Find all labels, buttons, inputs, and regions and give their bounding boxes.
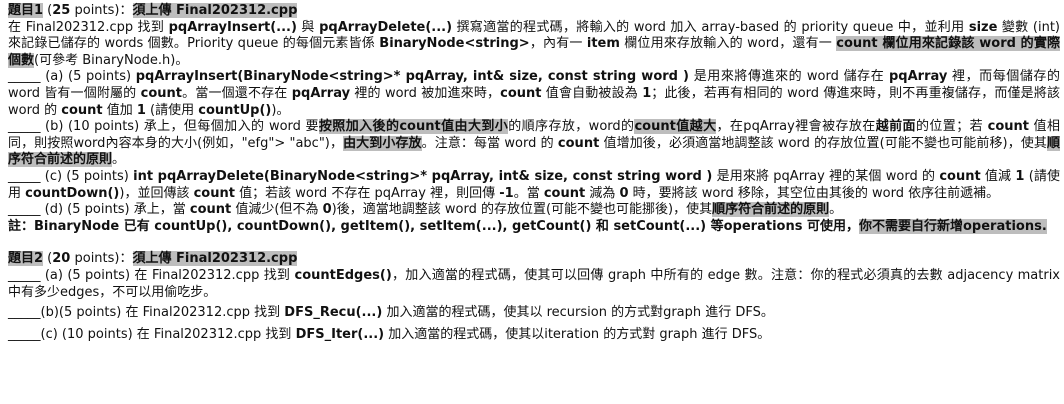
q2-part-a: _____ (a) (5 points) 在 Final202312.cpp 找… [8,268,1060,301]
answer-blank: _____(b)(5 points) 在 Final202312.cpp 找到 [8,305,285,321]
answer-blank: _____ (a) (5 points) 在 Final202312.cpp 找… [8,267,295,283]
pqarray-keyword: pqArray [888,69,948,85]
countdown-fn: countDown() [25,185,120,201]
part-d-text: )後，適當地調整該 word 的存放位置(可能不變也可能挪後)，使其 [331,202,713,218]
q2-part-b: _____(b)(5 points) 在 Final202312.cpp 找到 … [8,305,1060,322]
part-b-text: ，在pqArray裡會被存放在 [716,119,876,135]
part-a-text: 裡的 word 被加進來時， [350,85,501,101]
countup-fn: countUp() [198,102,272,118]
q1-intro-text: ，內有一 [529,36,587,52]
answer-blank: _____ (c) (5 points) [8,168,134,184]
part-c-text: )，並回傳該 [119,185,194,201]
q1-intro-text: 與 [296,19,320,35]
q1-part-c: _____ (c) (5 points) int pqArrayDelete(B… [8,169,1060,202]
q1-upload: 須上傳 Final202312.cpp [132,3,298,18]
part-d-text: 值減少(但不為 [231,202,323,218]
part-a-text: 值會自動被設為 [541,85,643,101]
q1-points-pre: ( [43,3,53,18]
pqarrayinsert-signature: pqArrayInsert(BinaryNode<string>* pqArra… [135,69,689,85]
q1-part-b: _____ (b) (10 points) 承上，但每個加入的 word 要按照… [8,119,1061,169]
desc-order-highlight: 由大到小存放 [343,135,422,151]
count-keyword: count [189,202,232,218]
q1-intro-text: 欄位用來存放輸入的 word，還有一 [619,36,837,52]
q1-intro-text: 撰寫適當的程式碼，將輸入的 word 加入 array-based 的 prio… [452,19,969,35]
count-keyword: count [140,85,183,101]
part-b-text: 值增加後，必須適當地調整該 word 的存放位置(可能不變也可能前移)，使其 [599,135,1047,151]
document: 題目1 (25 points)：須上傳 Final202312.cpp 在 Fi… [0,0,1064,343]
order-rule-highlight: 按照加入後的count值由大到小 [318,119,509,135]
value-zero: 0 [322,202,332,218]
q1-note: 註：BinaryNode 已有 countUp(), countDown(), … [8,218,1060,236]
no-new-operations-highlight: 你不需要自行新增operations. [859,218,1047,234]
item-keyword: item [586,36,620,52]
count-keyword: count [500,85,542,101]
q1-points-post: points)： [70,3,133,18]
q2-upload: 須上傳 Final202312.cpp [132,251,298,267]
part-b-text: 。注意：每當 word 的 [421,135,558,151]
part-a-text: )。 [271,102,290,118]
q2-part-c: _____(c) (10 points) 在 Final202312.cpp 找… [8,327,1060,344]
fn-pqarrayinsert: pqArrayInsert(...) [168,19,297,35]
part-a-text: 是用來將傳進來的 word 儲存在 [689,69,889,85]
q1-part-a: _____ (a) (5 points) pqArrayInsert(Binar… [8,69,1060,119]
part-c-text: 值；若該 word 不存在 pqArray 裡，則回傳 [234,185,500,201]
q2-part-b-text: 加入適當的程式碼，使其以 recursion 的方式對graph 進行 DFS。 [382,305,774,321]
q1-intro-text: 在 Final202312.cpp 找到 [8,19,169,35]
part-a-text: 。當一個還不存在 [182,85,292,101]
answer-blank: _____ (a) (5 points) [8,69,136,85]
count-keyword: count [557,135,600,151]
answer-blank: _____(c) (10 points) 在 Final202312.cpp 找… [8,326,296,342]
binarynode-type: BinaryNode<string> [379,36,530,52]
part-c-text: 減為 [585,185,620,201]
part-b-text: 。 [112,152,126,168]
part-a-text: 值加 [102,102,137,118]
q2-points-post: points)： [70,251,133,267]
count-keyword: count [61,102,103,118]
q1-points: 25 [52,3,71,18]
value-zero: 0 [619,185,629,201]
note-text: 註：BinaryNode 已有 countUp(), countDown(), … [8,218,859,234]
q2-part-c-text: 加入適當的程式碼，使其以iteration 的方式對 graph 進行 DFS。 [384,326,771,342]
pqarraydelete-signature: int pqArrayDelete(BinaryNode<string>* pq… [133,168,713,184]
q2-header: 題目2 (20 points)：須上傳 Final202312.cpp [8,251,1060,268]
value-one: 1 [642,85,652,101]
front-keyword: 越前面 [875,119,916,135]
count-keyword: count [193,185,235,201]
part-c-text: 時，要將該 word 移除，其空位由其後的 word 依序往前遞補。 [628,185,1000,201]
part-c-text: 。當 [513,185,544,201]
q2-points-pre: ( [43,251,53,267]
part-a-text: (請使用 [145,102,199,118]
part-b-text: 的順序存放，word的 [508,119,635,135]
q2-heading: 題目2 [8,251,44,267]
fn-dfs-iter: DFS_Iter(...) [295,326,385,342]
count-larger-highlight: count值越大 [634,119,717,135]
fn-dfs-recu: DFS_Recu(...) [284,305,383,321]
value-neg-one: -1 [499,185,514,201]
fn-pqarraydelete: pqArrayDelete(...) [319,19,453,35]
part-c-text: 是用來將 pqArray 裡的某個 word 的 [712,168,940,184]
q1-part-d: _____ (d) (5 points) 承上，當 count 值減少(但不為 … [8,202,1060,219]
q1-intro: 在 Final202312.cpp 找到 pqArrayInsert(...) … [8,20,1060,70]
part-d-text: 。 [829,202,843,218]
value-one: 1 [136,102,146,118]
size-keyword: size [968,19,998,35]
q2-points: 20 [52,251,71,267]
answer-blank: _____ (d) (5 points) 承上，當 [8,202,190,218]
q1-header: 題目1 (25 points)：須上傳 Final202312.cpp [8,3,1060,20]
part-b-text: 的位置；若 [915,119,988,135]
rule-highlight: 順序符合前述的原則 [712,202,830,218]
fn-countedges: countEdges() [294,267,392,283]
q1-heading: 題目1 [8,3,44,18]
count-keyword: count [939,168,981,184]
part-c-text: 值減 [980,168,1016,184]
q1-intro-text: (可參考 BinaryNode.h)。 [34,52,189,68]
count-keyword: count [987,119,1029,135]
count-keyword: count [543,185,586,201]
pqarray-keyword: pqArray [291,85,351,101]
answer-blank: _____ (b) (10 points) 承上，但每個加入的 word 要 [8,119,319,135]
